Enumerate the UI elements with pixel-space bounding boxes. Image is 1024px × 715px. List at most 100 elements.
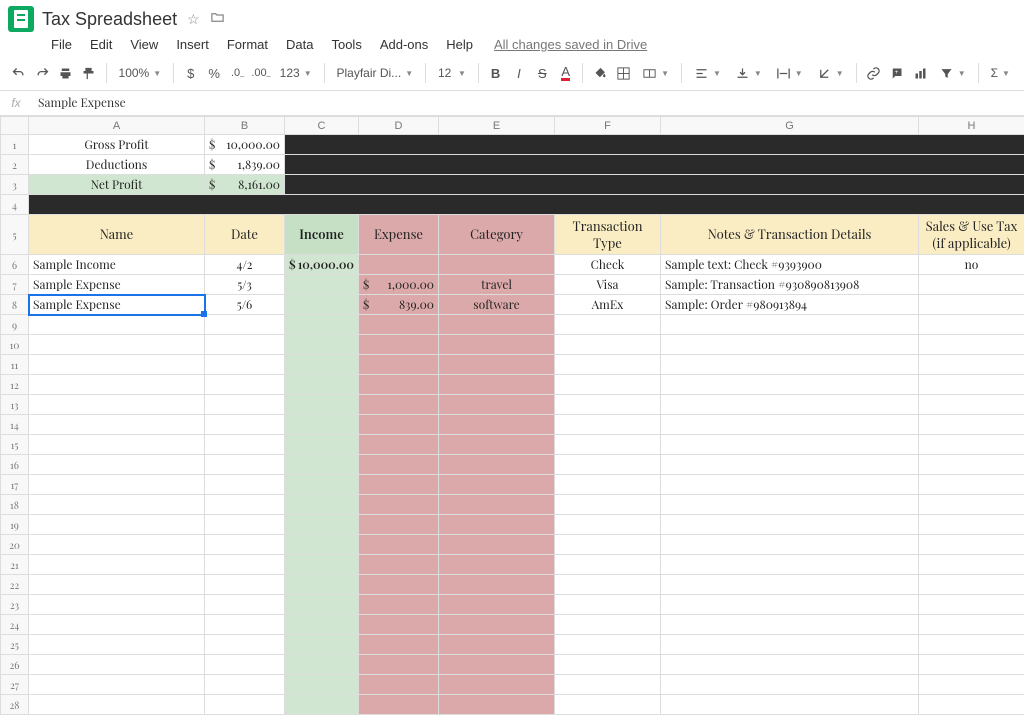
menu-help[interactable]: Help [437,33,482,56]
cell-date[interactable]: 4/2 [205,255,285,275]
menu-file[interactable]: File [42,33,81,56]
cell-date[interactable]: 5/3 [205,275,285,295]
format-percent-button[interactable]: % [203,60,224,86]
empty-row[interactable]: 24 [1,615,1024,635]
cell-category[interactable] [439,255,555,275]
decrease-decimal-button[interactable]: .0_ [227,60,248,86]
empty-row[interactable]: 15 [1,435,1024,455]
format-currency-button[interactable]: $ [180,60,201,86]
menu-addons[interactable]: Add-ons [371,33,437,56]
bold-button[interactable]: B [485,60,506,86]
menu-view[interactable]: View [121,33,167,56]
empty-row[interactable]: 12 [1,375,1024,395]
empty-row[interactable]: 25 [1,635,1024,655]
net-profit-value[interactable]: $8,161.00 [205,175,285,195]
empty-row[interactable]: 18 [1,495,1024,515]
hdr-expense[interactable]: Expense [359,215,439,255]
cell-income[interactable] [285,275,359,295]
cell-name-selected[interactable]: Sample Expense [29,295,205,315]
wrap-button[interactable]: ▼ [770,66,809,81]
comment-button[interactable]: + [886,60,907,86]
empty-row[interactable]: 10 [1,335,1024,355]
spreadsheet-grid[interactable]: A B C D E F G H 1 Gross Profit $10,000.0… [0,116,1024,715]
h-align-button[interactable]: ▼ [688,66,727,81]
column-headers[interactable]: A B C D E F G H [1,117,1024,135]
gross-profit-value[interactable]: $10,000.00 [205,135,285,155]
cell-notes[interactable]: Sample: Transaction #930890813908 [661,275,919,295]
cell-txn[interactable]: Visa [555,275,661,295]
empty-row[interactable]: 22 [1,575,1024,595]
number-format-combo[interactable]: 123▼ [274,66,318,80]
empty-row[interactable]: 19 [1,515,1024,535]
document-title[interactable]: Tax Spreadsheet [42,9,177,30]
merge-button[interactable]: ▼ [636,66,675,81]
row-1[interactable]: 1 Gross Profit $10,000.00 [1,135,1024,155]
cell-expense[interactable]: $1,000.00 [359,275,439,295]
cell-tax[interactable] [919,295,1024,315]
cell-name[interactable]: Sample Income [29,255,205,275]
formula-input[interactable]: Sample Expense [32,91,132,115]
empty-row[interactable]: 20 [1,535,1024,555]
deductions-value[interactable]: $1,839.00 [205,155,285,175]
empty-row[interactable]: 16 [1,455,1024,475]
cell-tax[interactable]: no [919,255,1024,275]
hdr-notes[interactable]: Notes & Transaction Details [661,215,919,255]
cell-income[interactable]: $10,000.00 [285,255,359,275]
col-D[interactable]: D [359,117,439,135]
v-align-button[interactable]: ▼ [729,66,768,81]
undo-button[interactable] [8,60,29,86]
star-icon[interactable]: ☆ [187,11,200,28]
deductions-label[interactable]: Deductions [29,155,205,175]
menu-tools[interactable]: Tools [322,33,370,56]
cell-date[interactable]: 5/6 [205,295,285,315]
data-row-1[interactable]: 6 Sample Income 4/2 $10,000.00 Check Sam… [1,255,1024,275]
empty-row[interactable]: 17 [1,475,1024,495]
cell-category[interactable]: software [439,295,555,315]
empty-row[interactable]: 11 [1,355,1024,375]
col-E[interactable]: E [439,117,555,135]
increase-decimal-button[interactable]: .00_ [250,60,271,86]
cell-expense[interactable] [359,255,439,275]
strikethrough-button[interactable]: S [532,60,553,86]
empty-row[interactable]: 21 [1,555,1024,575]
functions-button[interactable]: Σ▼ [985,66,1016,80]
hdr-tax[interactable]: Sales & Use Tax (if applicable) [919,215,1024,255]
filter-button[interactable]: ▼ [933,66,972,81]
empty-row[interactable]: 23 [1,595,1024,615]
move-folder-icon[interactable] [210,10,225,28]
chart-button[interactable] [909,60,930,86]
empty-row[interactable]: 13 [1,395,1024,415]
row-2[interactable]: 2 Deductions $1,839.00 [1,155,1024,175]
menu-format[interactable]: Format [218,33,277,56]
zoom-combo[interactable]: 100%▼ [113,66,168,80]
menu-edit[interactable]: Edit [81,33,121,56]
cell-notes[interactable]: Sample: Order #980913894 [661,295,919,315]
cell-category[interactable]: travel [439,275,555,295]
hdr-category[interactable]: Category [439,215,555,255]
row-5-headers[interactable]: 5 Name Date Income Expense Category Tran… [1,215,1024,255]
save-status[interactable]: All changes saved in Drive [482,37,647,52]
col-C[interactable]: C [285,117,359,135]
col-H[interactable]: H [919,117,1024,135]
col-F[interactable]: F [555,117,661,135]
data-row-2[interactable]: 7 Sample Expense 5/3 $1,000.00 travel Vi… [1,275,1024,295]
net-profit-label[interactable]: Net Profit [29,175,205,195]
paint-format-button[interactable] [78,60,99,86]
link-button[interactable] [863,60,884,86]
redo-button[interactable] [31,60,52,86]
sheets-logo[interactable] [8,6,34,32]
borders-button[interactable] [613,60,634,86]
menu-data[interactable]: Data [277,33,322,56]
cell-txn[interactable]: AmEx [555,295,661,315]
italic-button[interactable]: I [508,60,529,86]
gross-profit-label[interactable]: Gross Profit [29,135,205,155]
hdr-txn[interactable]: Transaction Type [555,215,661,255]
hdr-date[interactable]: Date [205,215,285,255]
print-button[interactable] [55,60,76,86]
rotate-button[interactable]: ▼ [811,66,850,81]
cell-name[interactable]: Sample Expense [29,275,205,295]
menu-insert[interactable]: Insert [167,33,218,56]
row-4[interactable]: 4 [1,195,1024,215]
cell-txn[interactable]: Check [555,255,661,275]
empty-row[interactable]: 28 [1,695,1024,715]
